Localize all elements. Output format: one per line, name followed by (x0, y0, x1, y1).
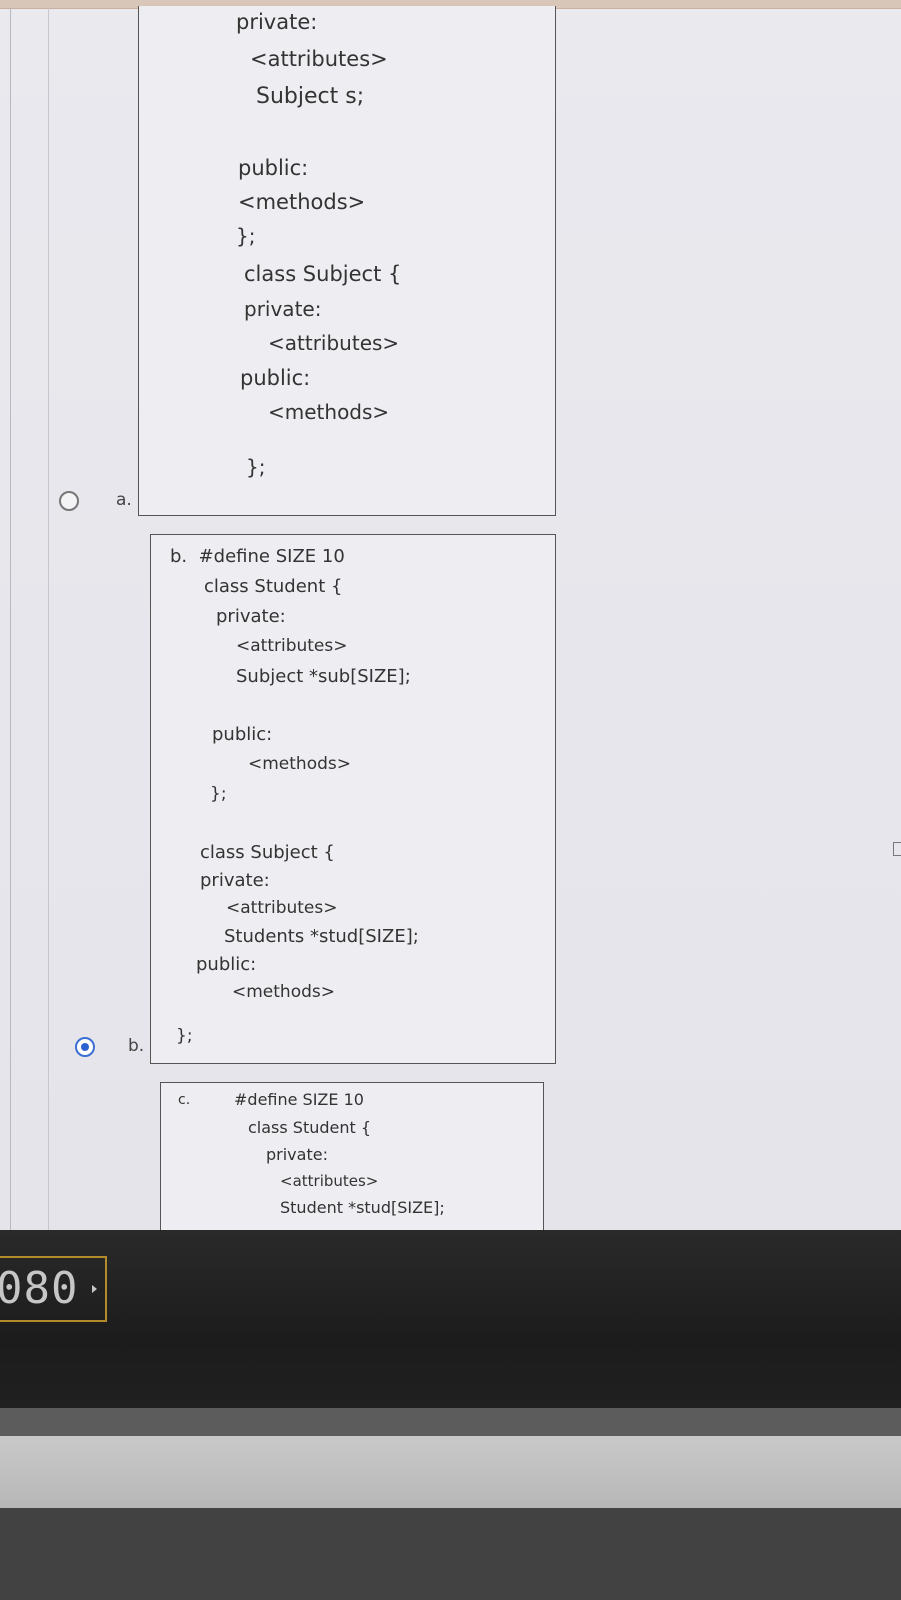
code-line: public: (238, 156, 309, 180)
code-line: private: (200, 870, 270, 891)
code-line: private: (244, 297, 322, 321)
code-line: <attributes> (250, 47, 388, 71)
edge-bracket-icon (893, 842, 901, 856)
code-line: public: (240, 366, 311, 390)
code-line: private: (216, 606, 286, 627)
code-line: Subject s; (256, 84, 365, 109)
code-line: private: (236, 10, 318, 34)
code-line: }; (210, 784, 227, 804)
quiz-screen: private: <attributes> Subject s; public:… (0, 0, 901, 1230)
code-line: <methods> (248, 754, 351, 774)
left-border (10, 8, 11, 1230)
option-a-code-box (138, 6, 556, 516)
option-b-radio[interactable] (75, 1037, 95, 1057)
code-line: class Subject { (244, 262, 402, 286)
option-a-letter: a. (116, 490, 132, 510)
code-line: <methods> (238, 190, 366, 214)
code-line: Students *stud[SIZE]; (224, 926, 419, 947)
code-line: public: (212, 724, 273, 745)
code-line: }; (236, 224, 256, 248)
code-line: class Student { (204, 576, 343, 597)
code-line: class Subject { (200, 842, 335, 863)
code-line: #define SIZE 10 (234, 1090, 364, 1109)
code-line: <attributes> (226, 898, 338, 918)
laptop-edge (0, 1408, 901, 1438)
question-border (48, 8, 49, 1230)
code-line: private: (266, 1145, 328, 1164)
play-triangle-icon (92, 1285, 97, 1293)
code-line: <attributes> (268, 331, 400, 355)
option-a-radio[interactable] (59, 491, 79, 511)
code-line: <attributes> (236, 636, 348, 656)
code-line: public: (196, 954, 257, 975)
code-line: }; (176, 1026, 193, 1046)
code-line: <attributes> (280, 1172, 379, 1190)
monitor-model-text: 080 (0, 1263, 79, 1314)
code-line: <methods> (268, 400, 390, 424)
code-line: <methods> (232, 982, 335, 1002)
code-line: class Student { (248, 1118, 372, 1137)
code-line: b. #define SIZE 10 (170, 546, 345, 567)
laptop-base (0, 1508, 901, 1600)
code-line: Subject *sub[SIZE]; (236, 666, 411, 687)
code-line: }; (246, 455, 266, 479)
monitor-bezel (0, 1230, 901, 1410)
option-b-letter: b. (128, 1036, 145, 1056)
laptop-lid-light (0, 1436, 901, 1508)
code-line: c. (178, 1092, 191, 1108)
monitor-model-badge: 080 (0, 1256, 107, 1322)
code-line: Student *stud[SIZE]; (280, 1198, 445, 1217)
